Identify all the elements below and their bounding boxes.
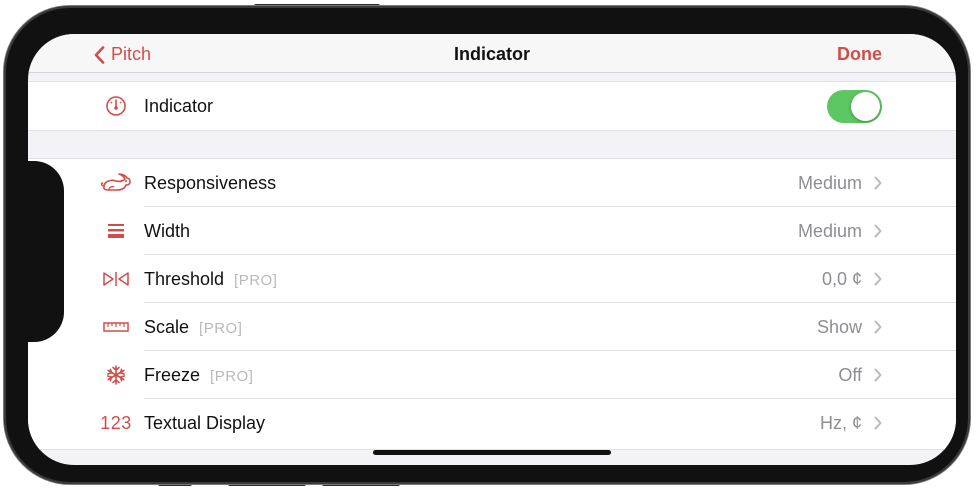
chevron-right-icon bbox=[874, 320, 882, 334]
responsiveness-value: Medium bbox=[797, 173, 862, 193]
pro-badge: [PRO] bbox=[234, 272, 278, 289]
indicator-toggle[interactable] bbox=[827, 90, 882, 123]
scale-value: Show bbox=[816, 317, 862, 337]
chevron-right-icon bbox=[874, 416, 882, 430]
freeze-value: Off bbox=[838, 365, 862, 385]
indicator-group: Indicator bbox=[28, 81, 956, 131]
toggle-knob bbox=[851, 92, 880, 121]
snowflake-icon bbox=[96, 351, 136, 399]
phone-frame: Pitch Indicator Done Indicator Responsiv… bbox=[4, 6, 970, 484]
chevron-right-icon bbox=[874, 176, 882, 190]
settings-row-freeze[interactable]: Freeze [PRO] Off bbox=[28, 351, 956, 399]
width-label: Width bbox=[144, 221, 191, 241]
settings-row-width[interactable]: Width Medium bbox=[28, 207, 956, 255]
screen: Pitch Indicator Done Indicator Responsiv… bbox=[28, 34, 956, 465]
ruler-icon bbox=[96, 303, 136, 351]
scale-label: Scale [PRO] bbox=[144, 317, 242, 338]
textual-display-label: Textual Display bbox=[144, 413, 266, 433]
threshold-value: 0,0 ¢ bbox=[821, 269, 862, 289]
rabbit-icon bbox=[96, 159, 136, 207]
chevron-right-icon bbox=[874, 272, 882, 286]
chevron-right-icon bbox=[874, 224, 882, 238]
pro-badge: [PRO] bbox=[210, 368, 254, 385]
number-icon-text: 123 bbox=[100, 412, 132, 433]
responsiveness-label: Responsiveness bbox=[144, 173, 277, 193]
lines-icon bbox=[96, 207, 136, 255]
freeze-label-text: Freeze bbox=[144, 365, 201, 385]
width-value: Medium bbox=[797, 221, 862, 241]
navigation-bar: Pitch Indicator Done bbox=[28, 34, 956, 73]
pro-badge: [PRO] bbox=[199, 320, 243, 337]
page-title: Indicator bbox=[453, 44, 530, 64]
indicator-row: Indicator bbox=[28, 82, 956, 130]
threshold-icon bbox=[96, 255, 136, 303]
done-button[interactable]: Done bbox=[837, 44, 882, 65]
chevron-right-icon bbox=[874, 368, 882, 382]
settings-row-scale[interactable]: Scale [PRO] Show bbox=[28, 303, 956, 351]
settings-group: Responsiveness Medium Width Medium Thres… bbox=[28, 158, 956, 450]
freeze-label: Freeze [PRO] bbox=[144, 365, 253, 386]
textual-display-value: Hz, ¢ bbox=[819, 413, 862, 433]
settings-row-responsiveness[interactable]: Responsiveness Medium bbox=[28, 159, 956, 207]
gauge-icon bbox=[96, 82, 136, 130]
settings-row-threshold[interactable]: Threshold [PRO] 0,0 ¢ bbox=[28, 255, 956, 303]
notch bbox=[28, 161, 64, 342]
number-icon: 123 bbox=[96, 399, 136, 447]
indicator-label: Indicator bbox=[144, 96, 214, 116]
settings-row-textual-display[interactable]: 123 Textual Display Hz, ¢ bbox=[28, 399, 956, 447]
home-indicator[interactable] bbox=[373, 450, 611, 455]
scale-label-text: Scale bbox=[144, 317, 190, 337]
threshold-label-text: Threshold bbox=[144, 269, 225, 289]
threshold-label: Threshold [PRO] bbox=[144, 269, 277, 290]
